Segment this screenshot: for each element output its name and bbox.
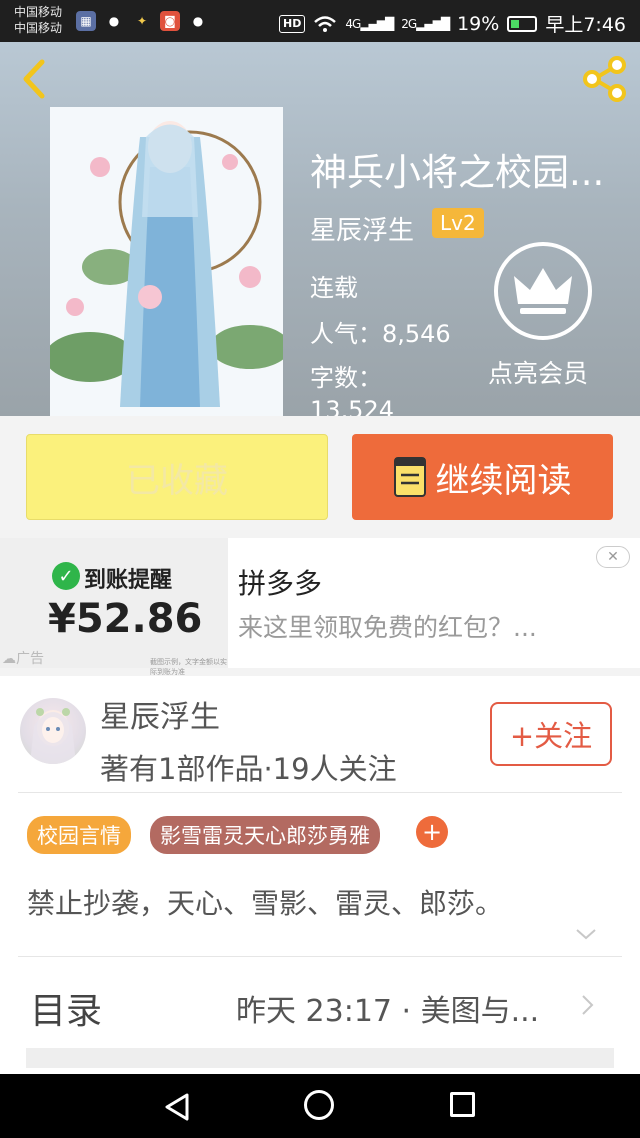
author-card: 星辰浮生 著有1部作品·19人关注 +关注 校园言情 影雪雷灵天心郎莎勇雅 + … xyxy=(0,676,640,1138)
battery-icon xyxy=(507,15,538,32)
ad-description[interactable]: 来这里领取免费的红包？... xyxy=(238,608,537,644)
word-count-value: 13,524 xyxy=(310,396,394,416)
ad-image[interactable]: ✓ 到账提醒 ¥52.86 ☁广告 截图示例，文字金额以实际到账为准 xyxy=(0,538,228,676)
hd-icon: HD xyxy=(279,14,306,33)
check-icon: ✓ xyxy=(52,562,80,590)
ad-amount: ¥52.86 xyxy=(48,596,203,642)
action-row: 已收藏 继续阅读 xyxy=(0,416,640,538)
carrier-info: 中国移动 中国移动 xyxy=(14,4,62,36)
message-bubble-icon: ● xyxy=(192,14,204,28)
author-stats: 著有1部作品·19人关注 xyxy=(100,752,397,786)
ad-fine-print: 截图示例，文字金额以实际到账为准 xyxy=(150,658,227,676)
ad-remind-text: 到账提醒 xyxy=(84,568,173,593)
battery-percent: 19% xyxy=(457,12,500,35)
word-count-label: 字数： xyxy=(310,364,382,392)
vip-label[interactable]: 点亮会员 xyxy=(488,354,588,390)
wifi-icon xyxy=(314,15,337,32)
ad-banner[interactable]: ✓ 到账提醒 ¥52.86 ☁广告 截图示例，文字金额以实际到账为准 拼多多 来… xyxy=(0,538,640,676)
continue-reading-label: 继续阅读 xyxy=(435,460,572,501)
favorited-button[interactable]: 已收藏 xyxy=(26,434,328,520)
carrier-1: 中国移动 xyxy=(14,5,63,19)
navigation-bar xyxy=(0,1074,640,1138)
tag-campus-romance[interactable]: 校园言情 xyxy=(27,816,131,854)
content-placeholder xyxy=(26,1048,614,1068)
network-type-1: 4G xyxy=(345,16,361,31)
book-header: 神兵小将之校园... 星辰浮生 Lv2 连载 人气：8,546 字数： 13,5… xyxy=(0,42,640,416)
book-cover[interactable] xyxy=(50,107,283,416)
add-tag-button[interactable]: + xyxy=(416,816,448,848)
ad-close-icon[interactable]: ✕ xyxy=(596,546,630,568)
crown-icon xyxy=(514,268,572,314)
system-status: HD 4G▂▄▆█ 2G▂▄▆█ 19% 早上7:46 xyxy=(279,10,626,37)
tag-characters[interactable]: 影雪雷灵天心郎莎勇雅 xyxy=(150,816,380,854)
nav-home-icon[interactable] xyxy=(304,1090,334,1120)
divider xyxy=(18,956,622,957)
avatar[interactable] xyxy=(20,698,86,764)
book-icon xyxy=(393,457,426,497)
author-level-badge: Lv2 xyxy=(432,208,484,238)
word-count: 字数： 13,524 xyxy=(310,362,394,416)
wechat-icon: ● xyxy=(108,14,120,28)
signal-2-icon: 2G▂▄▆█ xyxy=(401,16,450,31)
avatar-illustration xyxy=(30,708,76,764)
tip-bulb-icon: ✦ xyxy=(136,14,148,28)
popularity: 人气：8,546 xyxy=(310,320,451,348)
signal-1-icon: 4G▂▄▆█ xyxy=(345,16,394,31)
chevron-down-icon[interactable] xyxy=(574,924,598,944)
toc-label[interactable]: 目录 xyxy=(30,982,102,1034)
toc-latest-update[interactable]: 昨天 23:17 · 美图与... xyxy=(236,986,539,1030)
continue-reading-button[interactable]: 继续阅读 xyxy=(352,434,613,520)
cover-illustration xyxy=(50,107,283,416)
ad-tag: ☁广告 xyxy=(2,651,44,667)
app-notification-icon: ▦ xyxy=(76,11,96,31)
ad-tag-label: 广告 xyxy=(16,651,44,667)
divider xyxy=(18,792,622,793)
status-bar: 中国移动 中国移动 ▦ ● ✦ ◙ ● HD 4G▂▄▆█ 2G▂▄▆█ 19%… xyxy=(0,0,640,42)
author-name[interactable]: 星辰浮生 xyxy=(100,692,220,736)
back-arrow-icon[interactable] xyxy=(14,56,54,102)
network-type-2: 2G xyxy=(401,16,417,31)
book-description: 禁止抄袭，天心、雪影、雷灵、郎莎。 xyxy=(27,887,504,920)
serial-status: 连载 xyxy=(310,274,358,302)
follow-button[interactable]: +关注 xyxy=(490,702,612,766)
share-icon[interactable] xyxy=(580,56,630,102)
nav-back-icon[interactable] xyxy=(163,1092,193,1122)
ad-advertiser[interactable]: 拼多多 xyxy=(238,562,322,602)
book-title: 神兵小将之校园... xyxy=(310,151,605,194)
clock: 早上7:46 xyxy=(545,14,626,36)
notification-icons: ▦ ● ✦ ◙ ● xyxy=(76,11,208,31)
vip-crown-button[interactable] xyxy=(494,242,592,340)
chevron-right-icon[interactable] xyxy=(580,994,596,1016)
carrier-2: 中国移动 xyxy=(14,21,63,35)
nav-recent-apps-icon[interactable] xyxy=(450,1092,475,1117)
book-author[interactable]: 星辰浮生 xyxy=(310,210,414,247)
shopping-app-icon: ◙ xyxy=(160,11,180,31)
